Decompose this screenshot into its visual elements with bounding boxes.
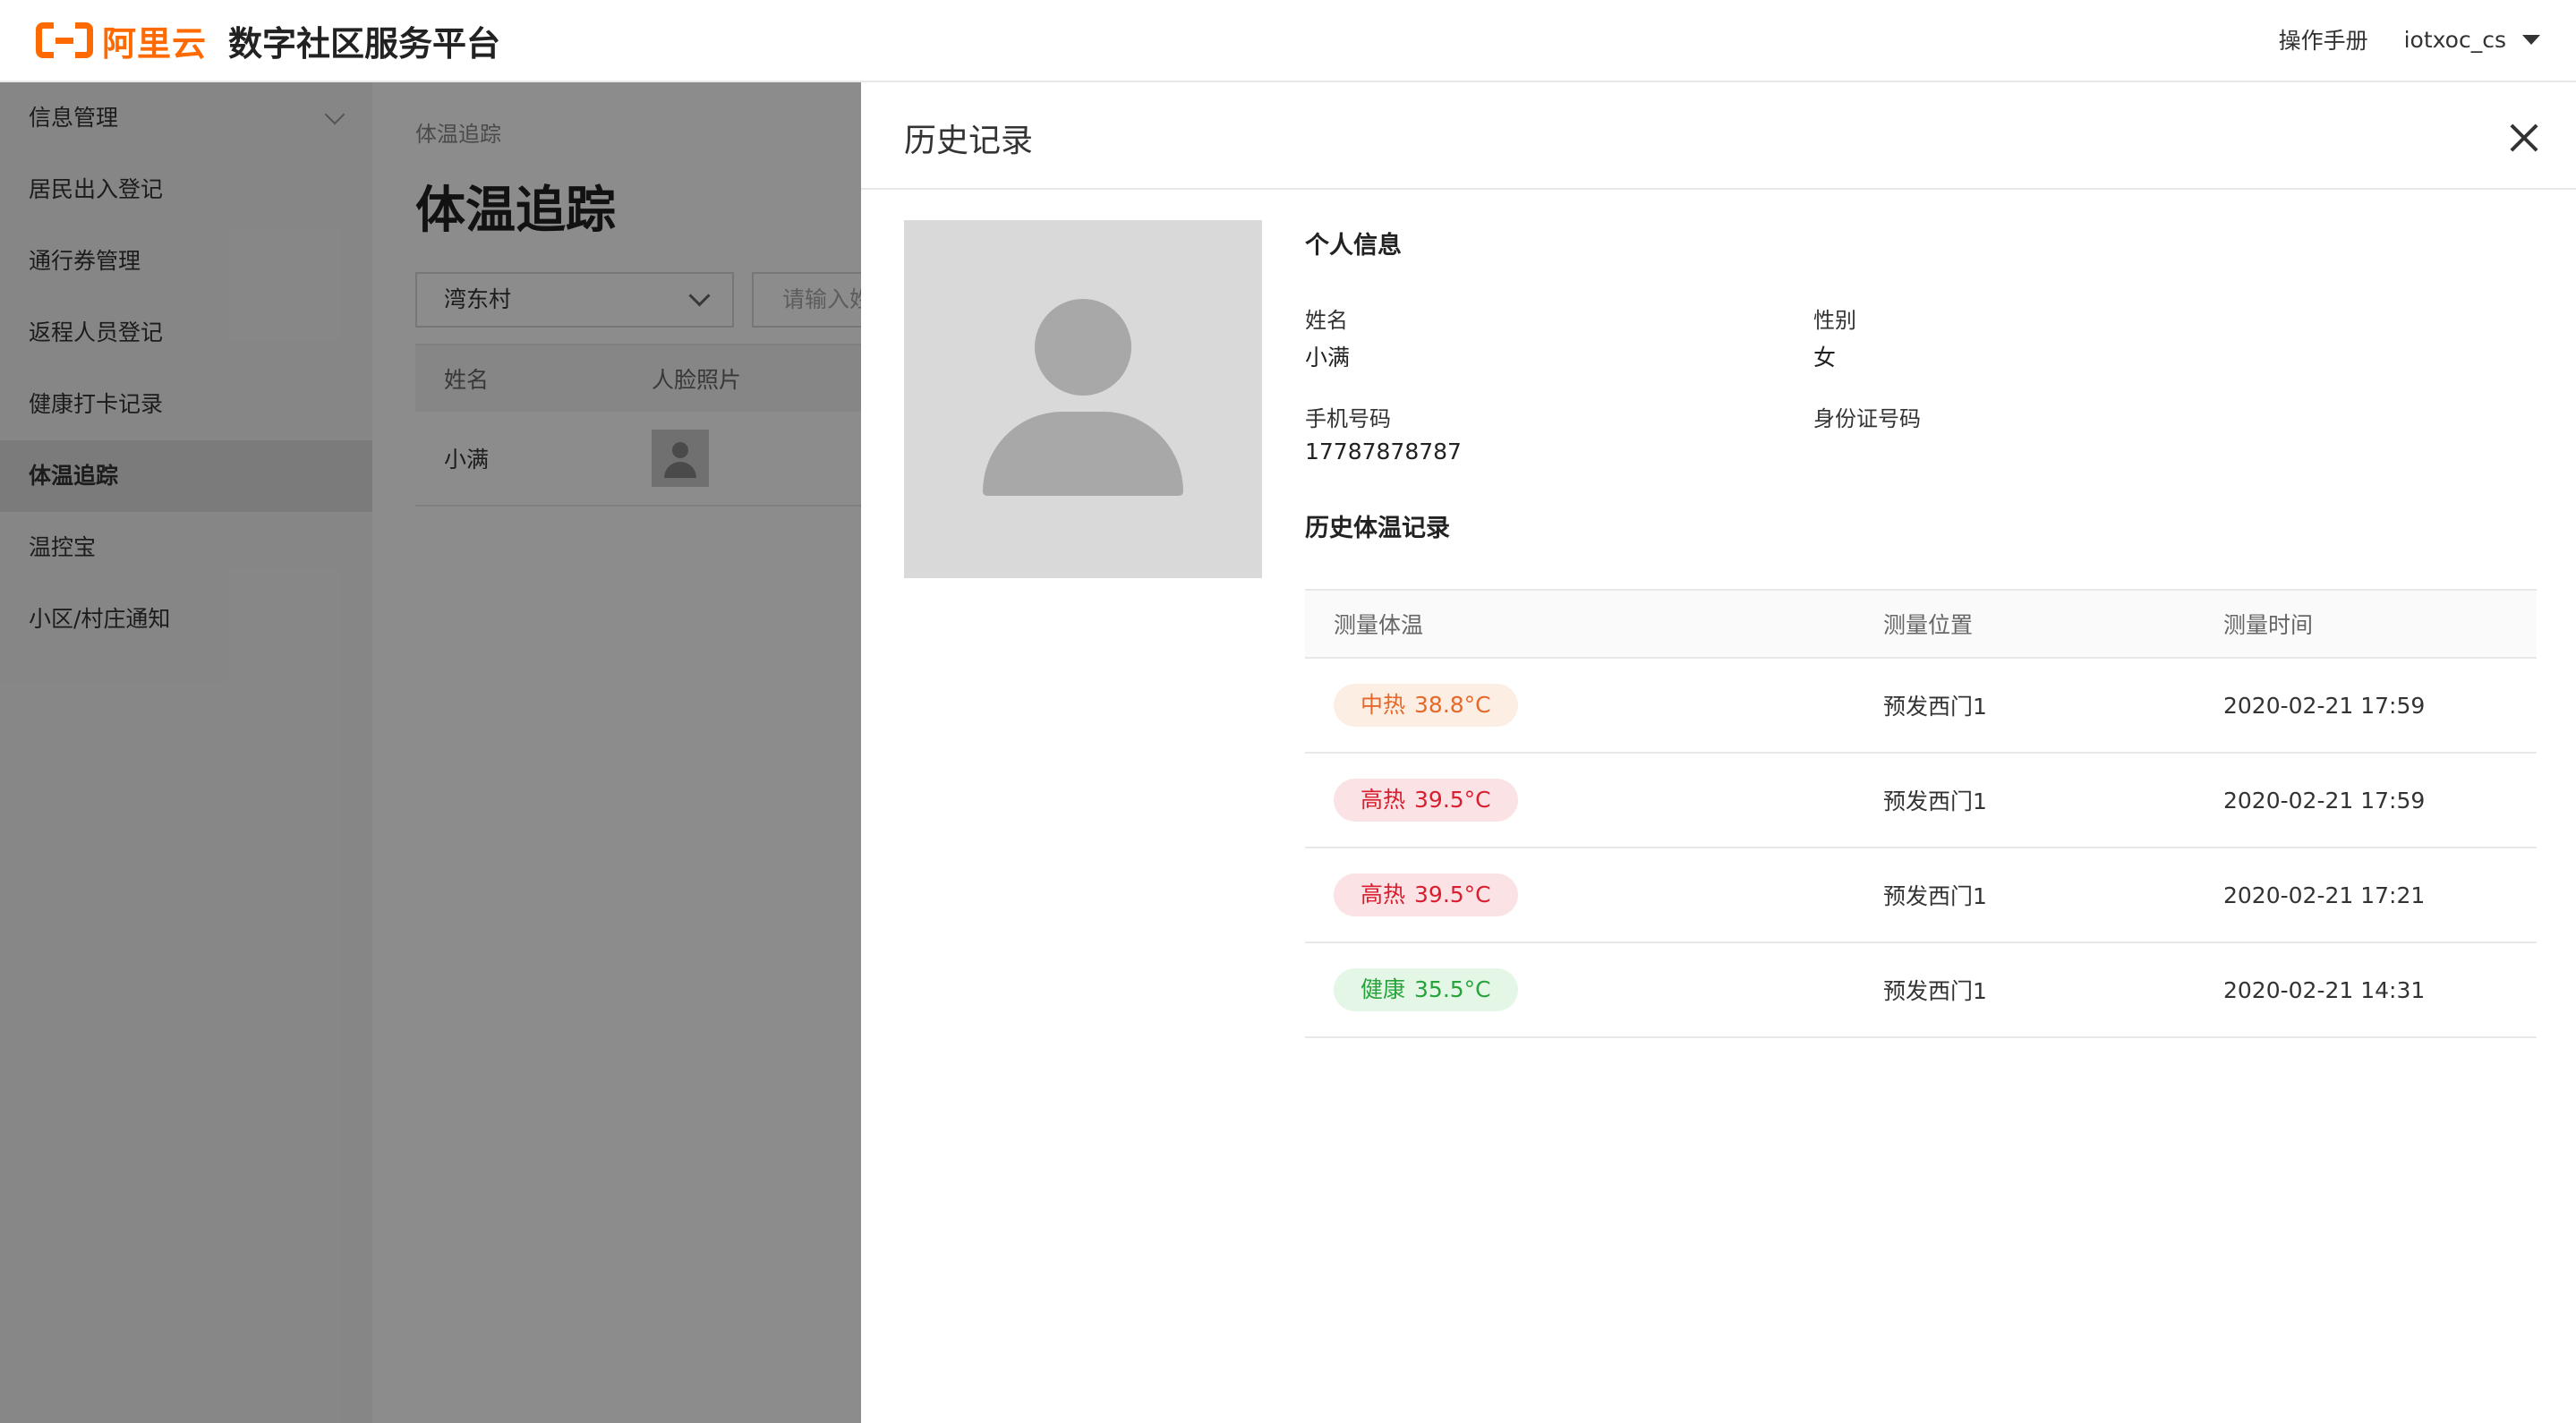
logo-text: 阿里云 bbox=[102, 23, 208, 64]
gender-value: 女 bbox=[1813, 345, 1837, 371]
column-header-location: 测量位置 bbox=[1883, 612, 1974, 638]
time-cell: 2020-02-21 14:31 bbox=[2223, 976, 2426, 1003]
person-icon bbox=[1035, 299, 1131, 396]
name-label: 姓名 bbox=[1305, 308, 1348, 333]
table-row: 高热 39.5°C 预发西门1 2020-02-21 17:59 bbox=[1305, 754, 2537, 848]
time-cell: 2020-02-21 17:21 bbox=[2223, 882, 2426, 908]
badge-temp: 38.8°C bbox=[1414, 692, 1491, 718]
location-cell: 预发西门1 bbox=[1883, 978, 1987, 1004]
time-cell: 2020-02-21 17:59 bbox=[2223, 692, 2426, 719]
aliyun-logo[interactable]: 阿里云 数字社区服务平台 bbox=[36, 18, 501, 64]
badge-status: 高热 bbox=[1361, 787, 1406, 813]
location-cell: 预发西门1 bbox=[1883, 694, 1987, 720]
history-drawer: 历史记录 个人信息 姓名 小满 性别 女 手机号码 17787878787 身份… bbox=[861, 82, 2576, 1423]
history-title: 历史体温记录 bbox=[1305, 515, 1450, 542]
app-title: 数字社区服务平台 bbox=[228, 23, 501, 64]
badge-status: 高热 bbox=[1361, 882, 1406, 907]
badge-temp: 39.5°C bbox=[1414, 787, 1491, 813]
temperature-badge-high-fever: 高热 39.5°C bbox=[1334, 779, 1518, 822]
username: iotxoc_cs bbox=[2403, 26, 2506, 53]
badge-temp: 35.5°C bbox=[1414, 976, 1491, 1002]
close-icon[interactable] bbox=[2508, 122, 2540, 154]
drawer-title: 历史记录 bbox=[904, 123, 1034, 159]
phone-label: 手机号码 bbox=[1305, 406, 1391, 431]
column-header-temperature: 测量体温 bbox=[1334, 612, 1424, 638]
name-value: 小满 bbox=[1305, 345, 1351, 371]
personal-info-title: 个人信息 bbox=[1305, 232, 1402, 260]
location-cell: 预发西门1 bbox=[1883, 788, 1987, 814]
column-header-time: 测量时间 bbox=[2223, 612, 2314, 638]
location-cell: 预发西门1 bbox=[1883, 883, 1987, 909]
time-cell: 2020-02-21 17:59 bbox=[2223, 787, 2426, 814]
badge-temp: 39.5°C bbox=[1414, 882, 1491, 907]
table-row: 中热 38.8°C 预发西门1 2020-02-21 17:59 bbox=[1305, 659, 2537, 754]
manual-link[interactable]: 操作手册 bbox=[2279, 23, 2368, 55]
user-menu[interactable]: iotxoc_cs bbox=[2404, 27, 2540, 53]
table-row: 高热 39.5°C 预发西门1 2020-02-21 17:21 bbox=[1305, 848, 2537, 943]
drawer-header: 历史记录 bbox=[861, 82, 2576, 190]
aliyun-logo-icon bbox=[36, 22, 93, 58]
badge-status: 中热 bbox=[1361, 692, 1406, 718]
badge-status: 健康 bbox=[1361, 976, 1406, 1002]
temperature-badge-healthy: 健康 35.5°C bbox=[1334, 968, 1518, 1011]
avatar-placeholder bbox=[904, 220, 1262, 578]
caret-down-icon bbox=[2522, 34, 2540, 45]
table-row: 健康 35.5°C 预发西门1 2020-02-21 14:31 bbox=[1305, 943, 2537, 1038]
temperature-history-table: 测量体温 测量位置 测量时间 中热 38.8°C 预发西门1 2020-02-21… bbox=[1305, 589, 2537, 1038]
id-number-label: 身份证号码 bbox=[1813, 406, 1921, 431]
temperature-badge-high-fever: 高热 39.5°C bbox=[1334, 873, 1518, 916]
top-header: 阿里云 数字社区服务平台 操作手册 iotxoc_cs bbox=[0, 0, 2576, 82]
table-header: 测量体温 测量位置 测量时间 bbox=[1305, 589, 2537, 659]
gender-label: 性别 bbox=[1813, 308, 1856, 333]
temperature-badge-medium-fever: 中热 38.8°C bbox=[1334, 684, 1518, 727]
phone-value: 17787878787 bbox=[1305, 439, 1462, 464]
